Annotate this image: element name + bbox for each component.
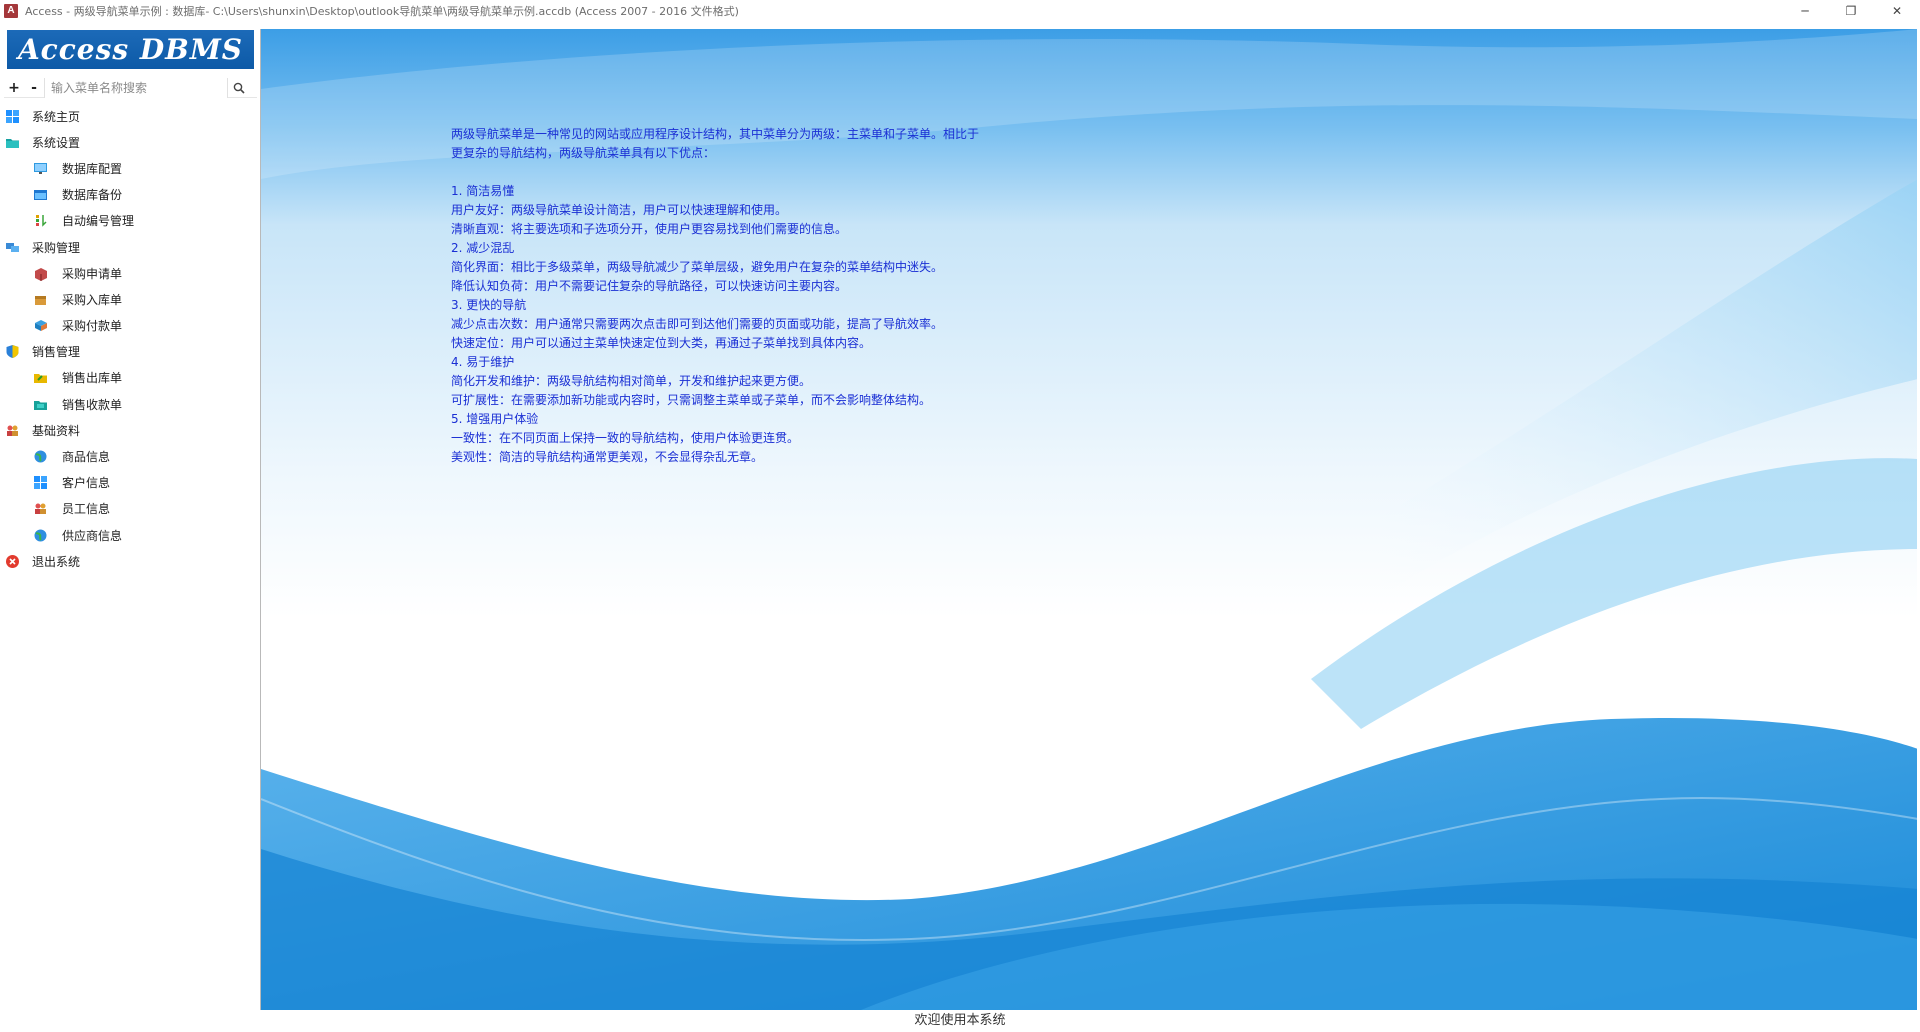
menu-item-4[interactable]: 自动编号管理 <box>0 208 260 234</box>
menu-item-3[interactable]: 数据库备份 <box>0 182 260 208</box>
exit-icon <box>6 554 19 568</box>
expand-all-button[interactable]: + <box>4 78 24 98</box>
sort-icon <box>36 215 47 228</box>
intro-line: 简化界面：相比于多级菜单，两级导航减少了菜单层级，避免用户在复杂的菜单结构中迷失… <box>451 260 944 274</box>
intro-line: 清晰直观：将主要选项和子选项分开，使用户更容易找到他们需要的信息。 <box>451 222 848 236</box>
windows-tiles-icon <box>6 109 19 123</box>
menu-label: 销售出库单 <box>62 371 123 386</box>
menu-label: 退出系统 <box>32 554 81 569</box>
intro-line: 两级导航菜单是一种常见的网站或应用程序设计结构，其中菜单分为两级：主菜单和子菜单… <box>451 127 980 141</box>
shield-icon <box>6 345 19 359</box>
close-button[interactable]: ✕ <box>1874 0 1920 22</box>
intro-line: 用户友好：两级导航菜单设计简洁，用户可以快速理解和使用。 <box>451 203 788 217</box>
monitor-icon <box>34 162 47 174</box>
box-icon <box>35 267 47 281</box>
menu-label: 采购入库单 <box>62 292 123 307</box>
menu-item-2[interactable]: 数据库配置 <box>0 155 260 181</box>
globe-icon <box>34 529 47 542</box>
window-icon <box>34 190 47 201</box>
people-icon <box>35 503 46 515</box>
intro-line: 快速定位：用户可以通过主菜单快速定位到大类，再通过子菜单找到具体内容。 <box>451 336 872 350</box>
folder-icon <box>6 138 19 148</box>
people-icon <box>7 425 18 436</box>
computers-icon <box>6 242 19 252</box>
menu-label: 系统主页 <box>32 109 81 124</box>
menu-label: 采购申请单 <box>62 266 123 281</box>
intro-line <box>451 163 1151 182</box>
intro-line: 美观性：简洁的导航结构通常更美观，不会显得杂乱无章。 <box>451 450 764 464</box>
menu-group-0[interactable]: 系统主页 <box>0 103 260 129</box>
collapse-all-button[interactable]: - <box>24 78 44 98</box>
intro-line: 更复杂的导航结构，两级导航菜单具有以下优点： <box>451 146 716 160</box>
menu-label: 销售收款单 <box>62 397 123 412</box>
menu-label: 数据库配置 <box>62 161 123 176</box>
intro-line: 3. 更快的导航 <box>451 298 527 312</box>
menu-search-input[interactable] <box>44 77 227 98</box>
folder-out-icon <box>34 374 47 384</box>
package-icon <box>35 295 46 305</box>
menu-group-5[interactable]: 采购管理 <box>0 234 260 260</box>
restore-button[interactable]: ❐ <box>1828 0 1874 22</box>
menu-label: 系统设置 <box>32 135 81 150</box>
search-icon <box>233 82 245 94</box>
payment-icon <box>35 320 47 332</box>
menu-label: 数据库备份 <box>62 188 123 203</box>
menu-group-17[interactable]: 退出系统 <box>0 548 260 574</box>
menu-label: 员工信息 <box>62 502 111 517</box>
intro-line: 减少点击次数：用户通常只需要两次点击即可到达他们需要的页面或功能，提高了导航效率… <box>451 317 944 331</box>
intro-line: 一致性：在不同页面上保持一致的导航结构，使用户体验更连贯。 <box>451 431 800 445</box>
menu-item-16[interactable]: 供应商信息 <box>0 522 260 548</box>
menu-label: 采购管理 <box>32 240 81 255</box>
intro-line: 5. 增强用户体验 <box>451 412 539 426</box>
intro-line: 可扩展性：在需要添加新功能或内容时，只需调整主菜单或子菜单，而不会影响整体结构。 <box>451 393 932 407</box>
folder-in-icon <box>34 400 47 410</box>
status-bar: 欢迎使用本系统 <box>914 1013 1006 1028</box>
window-title: Access - 两级导航菜单示例 : 数据库- C:\Users\shunxi… <box>25 5 739 18</box>
menu-label: 客户信息 <box>62 476 111 491</box>
intro-line: 1. 简洁易懂 <box>451 184 515 198</box>
menu-label: 销售管理 <box>32 345 81 360</box>
window-controls: ─ ❐ ✕ <box>1782 0 1920 22</box>
menu-item-8[interactable]: 采购付款单 <box>0 313 260 339</box>
menu-item-15[interactable]: 员工信息 <box>0 496 260 522</box>
menu-label: 基础资料 <box>32 423 81 438</box>
menu-group-9[interactable]: 销售管理 <box>0 339 260 365</box>
menu-item-10[interactable]: 销售出库单 <box>0 365 260 391</box>
minimize-button[interactable]: ─ <box>1782 0 1828 22</box>
menu-label: 供应商信息 <box>62 528 123 543</box>
menu-label: 商品信息 <box>62 450 111 465</box>
menu-label: 自动编号管理 <box>62 214 135 229</box>
menu-item-13[interactable]: 商品信息 <box>0 443 260 469</box>
intro-line: 降低认知负荷：用户不需要记住复杂的导航路径，可以快速访问主要内容。 <box>451 279 848 293</box>
intro-line: 4. 易于维护 <box>451 355 515 369</box>
intro-line: 2. 减少混乱 <box>451 241 515 255</box>
menu-item-6[interactable]: 采购申请单 <box>0 260 260 286</box>
search-button[interactable] <box>227 77 249 98</box>
intro-line: 简化开发和维护：两级导航结构相对简单，开发和维护起来更方便。 <box>451 374 812 388</box>
navigation-menu: 系统主页系统设置数据库配置数据库备份自动编号管理采购管理采购申请单采购入库单采购… <box>0 103 260 574</box>
title-bar: A Access - 两级导航菜单示例 : 数据库- C:\Users\shun… <box>0 0 1920 22</box>
menu-label: 采购付款单 <box>62 319 123 334</box>
menu-item-7[interactable]: 采购入库单 <box>0 286 260 312</box>
menu-search-bar: + - <box>4 77 257 98</box>
menu-item-11[interactable]: 销售收款单 <box>0 391 260 417</box>
navigation-sidebar: Access DBMS + - 系统主页系统设置数据库配置数据库备份自动编号管理… <box>0 25 260 1010</box>
menu-item-14[interactable]: 客户信息 <box>0 470 260 496</box>
app-logo: Access DBMS <box>7 30 254 69</box>
windows-tiles-icon <box>34 476 47 490</box>
menu-group-12[interactable]: 基础资料 <box>0 417 260 443</box>
globe-icon <box>34 450 47 463</box>
access-app-icon[interactable]: A <box>4 4 18 18</box>
intro-text: 两级导航菜单是一种常见的网站或应用程序设计结构，其中菜单分为两级：主菜单和子菜单… <box>451 125 1151 467</box>
content-panel: 两级导航菜单是一种常见的网站或应用程序设计结构，其中菜单分为两级：主菜单和子菜单… <box>260 29 1917 1010</box>
menu-group-1[interactable]: 系统设置 <box>0 129 260 155</box>
